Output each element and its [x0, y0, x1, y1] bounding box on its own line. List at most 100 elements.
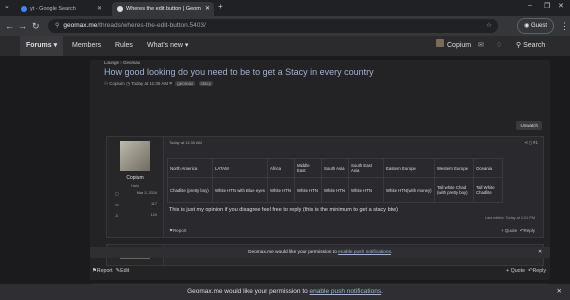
table-header: Western Europe — [434, 158, 474, 178]
google-favicon-icon — [21, 5, 27, 12]
report-label: Report — [173, 228, 187, 233]
tab-geomax-thread[interactable]: Wheres the edit button | Geom ✕ — [112, 2, 214, 16]
tag-stacy[interactable]: stacy — [198, 81, 214, 86]
address-bar[interactable]: ⚲ geomax.me/threads/wheres-the-edit-butto… — [48, 19, 498, 33]
report-link[interactable]: ⚑Report — [169, 228, 187, 234]
enable-push-link[interactable]: enable push notifications — [310, 288, 382, 295]
reload-icon[interactable]: ↻ — [32, 20, 40, 32]
avatar[interactable] — [120, 141, 150, 171]
report-button[interactable]: ⚑Report — [92, 268, 113, 274]
table-row: Chadlite (pretty boy) White HTN with Blu… — [167, 177, 503, 203]
edit-button[interactable]: ✎Edit — [116, 268, 130, 274]
page-viewport: Forums ▾ Members Rules What's new ▾ Copi… — [0, 36, 570, 300]
nav-whats-new[interactable]: What's new ▾ — [147, 36, 188, 56]
quote-button[interactable]: + Quote — [506, 268, 525, 274]
tab-search-icon[interactable]: ⌄ — [4, 2, 10, 10]
site-nav: Forums ▾ Members Rules What's new ▾ Copi… — [0, 36, 570, 56]
new-tab-button[interactable]: + — [218, 2, 223, 11]
post-number[interactable]: #1 — [533, 140, 538, 145]
post-1: Copium Halo ▢ Mar 3, 2024 ▭ 117 ♙ 124 Today… — [106, 136, 544, 238]
url-domain: geomax.me — [63, 22, 98, 29]
unwatch-button[interactable]: Unwatch — [516, 121, 542, 130]
back-icon[interactable]: ← — [5, 20, 14, 32]
nav-user-name[interactable]: Copium — [447, 36, 471, 56]
breadcrumb-geomax[interactable]: Geomax — [123, 60, 140, 65]
reply-button[interactable]: ↶Reply — [520, 228, 535, 233]
nav-forums[interactable]: Forums ▾ — [20, 36, 64, 56]
table-header: South East Asia — [348, 158, 384, 178]
close-icon[interactable]: ✕ — [538, 247, 542, 258]
notif-text: Geomax.me would like your permission to — [187, 288, 310, 295]
table-header: Middle East — [294, 158, 322, 178]
menu-icon[interactable]: ⋮ — [560, 20, 569, 32]
notif-text: Geomax.me would like your permission to — [247, 250, 339, 255]
post-username[interactable]: Copium — [107, 175, 163, 181]
table-cell: Chadlite (pretty boy) — [167, 177, 213, 203]
minimize-icon[interactable]: – — [528, 2, 532, 9]
user-joined: ▢ Mar 3, 2024 — [115, 191, 157, 196]
push-notification-bar: Geomax.me would like your permission to … — [0, 284, 570, 300]
enable-push-link[interactable]: enable push notifications — [338, 250, 391, 255]
reply-label: Reply — [532, 268, 546, 274]
comparison-table: North America LATAM Africa Middle East S… — [167, 158, 503, 203]
geomax-favicon-icon — [117, 5, 123, 12]
nav-label: What's new — [147, 42, 183, 49]
report-label: Report — [96, 268, 113, 274]
person-icon: ◉ — [524, 23, 531, 29]
address-toolbar: ← → ↻ ⚲ geomax.me/threads/wheres-the-edit… — [0, 16, 570, 36]
share-icon[interactable]: ⋖ — [524, 140, 528, 145]
user-messages: ▭ 117 — [115, 202, 157, 207]
close-icon[interactable]: ✕ — [205, 2, 210, 16]
reply-label: Reply — [523, 228, 535, 233]
site-info-icon[interactable]: ⚲ — [55, 19, 59, 33]
tag-icon: ⌗ — [169, 81, 172, 86]
bell-icon[interactable]: ♢ — [496, 36, 502, 56]
thread-title: How good looking do you need to be to ge… — [104, 67, 374, 77]
close-icon[interactable]: ✕ — [97, 2, 102, 16]
mail-icon[interactable]: ✉ — [478, 36, 484, 56]
nav-search[interactable]: ⚲ Search — [516, 36, 545, 56]
bookmark-icon[interactable]: ▯ — [529, 140, 531, 145]
breadcrumb-lounge[interactable]: Lounge — [104, 60, 119, 65]
forward-icon[interactable]: → — [18, 20, 27, 32]
window-close-icon[interactable]: ✕ — [558, 2, 564, 10]
thread-date[interactable]: Today at 11:35 AM — [131, 81, 168, 86]
table-cell: White HTN with Blue eyes — [212, 177, 268, 203]
tab-google-search[interactable]: yt - Google Search ✕ — [16, 2, 106, 16]
table-cell: Tall white Chad (with pretty boy) — [434, 177, 474, 203]
joined-value: Mar 3, 2024 — [136, 191, 157, 195]
push-notification-prompt-inline: Geomax.me would like your permission to … — [90, 247, 550, 258]
thread-author[interactable]: Copium — [109, 81, 125, 86]
nav-rules[interactable]: Rules — [115, 36, 133, 56]
profile-button[interactable]: ◉ Guest — [517, 18, 554, 34]
user-avatar[interactable] — [436, 39, 444, 47]
tab-label: yt - Google Search — [30, 6, 76, 12]
tag-geomax[interactable]: geomax — [175, 81, 196, 86]
notif-text-end: . — [390, 250, 393, 255]
table-cell: White HTN — [348, 177, 384, 203]
messages-icon: ▭ — [115, 203, 119, 207]
table-header: Africa — [267, 158, 295, 178]
notif-text-end: . — [381, 288, 383, 295]
bookmark-star-icon[interactable]: ☆ — [486, 19, 492, 33]
close-icon[interactable]: ✕ — [557, 284, 562, 300]
restore-icon[interactable]: ❐ — [544, 2, 550, 10]
post-date[interactable]: Today at 11:35 AM — [169, 140, 202, 145]
post-actions: + Quote ↶Reply — [501, 228, 535, 234]
profile-label: Guest — [530, 23, 547, 29]
table-header: Eastern Europe — [383, 158, 435, 178]
table-header-row: North America LATAM Africa Middle East S… — [167, 158, 503, 178]
table-cell: White HTN — [321, 177, 349, 203]
calendar-icon: ▢ — [115, 192, 119, 196]
edit-label: Edit — [120, 268, 130, 274]
post-user-panel: Copium Halo ▢ Mar 3, 2024 ▭ 117 ♙ 124 — [107, 137, 164, 237]
nav-members[interactable]: Members — [72, 36, 101, 56]
thread-container: Lounge › Geomax How good looking do you … — [90, 60, 550, 280]
table-cell: Tall White Chadlite — [473, 177, 503, 203]
nav-label: Search — [523, 42, 546, 49]
url-path: /threads/wheres-the-edit-button.5403/ — [97, 22, 206, 29]
breadcrumb: Lounge › Geomax — [104, 60, 141, 65]
thumbs-up-icon: ♙ — [115, 214, 119, 218]
reply-button[interactable]: ↶Reply — [528, 268, 546, 274]
quote-button[interactable]: + Quote — [501, 228, 517, 233]
